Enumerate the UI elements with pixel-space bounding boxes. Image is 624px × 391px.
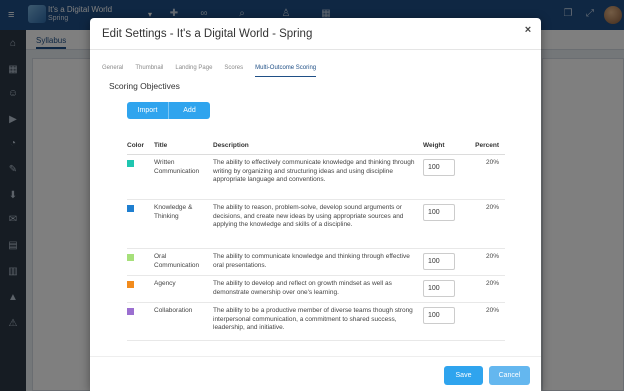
weight-input[interactable] — [423, 159, 455, 176]
color-swatch[interactable] — [127, 205, 134, 212]
modal-title: Edit Settings - It's a Digital World - S… — [102, 28, 313, 40]
column-header-percent: Percent — [465, 140, 505, 155]
table-row: Knowledge & Thinking The ability to reas… — [127, 199, 505, 249]
header-divider — [90, 49, 541, 50]
objective-percent: 20% — [485, 280, 499, 287]
add-button[interactable]: Add — [169, 102, 210, 119]
tab-landing-page[interactable]: Landing Page — [175, 65, 212, 77]
objective-percent: 20% — [485, 159, 499, 166]
tab-multi-outcome-scoring[interactable]: Multi-Outcome Scoring — [255, 65, 317, 77]
objective-title: Agency — [154, 280, 176, 287]
table-row: Collaboration The ability to be a produc… — [127, 302, 505, 341]
scoring-objectives-table: Color Title Description Weight Percent W… — [127, 140, 505, 341]
weight-input[interactable] — [423, 204, 455, 221]
table-row: Agency The ability to develop and reflec… — [127, 275, 505, 303]
column-header-title: Title — [154, 140, 213, 155]
weight-input[interactable] — [423, 253, 455, 270]
objective-percent: 20% — [485, 307, 499, 314]
section-heading: Scoring Objectives — [109, 81, 180, 91]
save-button[interactable]: Save — [444, 366, 483, 385]
column-header-color: Color — [127, 140, 154, 155]
table-row: Written Communication The ability to eff… — [127, 154, 505, 200]
objective-description: The ability to be a productive member of… — [213, 307, 413, 331]
table-row: Oral Communication The ability to commun… — [127, 248, 505, 276]
objective-title: Knowledge & Thinking — [154, 204, 193, 220]
weight-input[interactable] — [423, 307, 455, 324]
color-swatch[interactable] — [127, 254, 134, 261]
objective-description: The ability to develop and reflect on gr… — [213, 280, 392, 296]
objective-title: Oral Communication — [154, 253, 200, 269]
edit-settings-modal: Edit Settings - It's a Digital World - S… — [90, 18, 541, 391]
tab-general[interactable]: General — [102, 65, 123, 77]
tab-thumbnail[interactable]: Thumbnail — [135, 65, 163, 77]
color-swatch[interactable] — [127, 160, 134, 167]
footer-divider — [90, 356, 541, 357]
cancel-button[interactable]: Cancel — [489, 366, 530, 385]
import-button[interactable]: Import — [127, 102, 169, 119]
objective-description: The ability to effectively communicate k… — [213, 159, 415, 183]
close-icon[interactable]: × — [522, 24, 534, 36]
import-add-button-group: Import Add — [127, 102, 210, 119]
table-header-row: Color Title Description Weight Percent — [127, 140, 505, 155]
weight-input[interactable] — [423, 280, 455, 297]
column-header-description: Description — [213, 140, 423, 155]
objective-description: The ability to communicate knowledge and… — [213, 253, 410, 269]
settings-tabs: General Thumbnail Landing Page Scores Mu… — [102, 65, 328, 77]
objective-title: Written Communication — [154, 159, 200, 175]
objective-percent: 20% — [485, 204, 499, 211]
objective-title: Collaboration — [154, 307, 193, 314]
column-header-weight: Weight — [423, 140, 465, 155]
objective-description: The ability to reason, problem-solve, de… — [213, 204, 404, 228]
color-swatch[interactable] — [127, 308, 134, 315]
tab-scores[interactable]: Scores — [224, 65, 243, 77]
objective-percent: 20% — [485, 253, 499, 260]
color-swatch[interactable] — [127, 281, 134, 288]
